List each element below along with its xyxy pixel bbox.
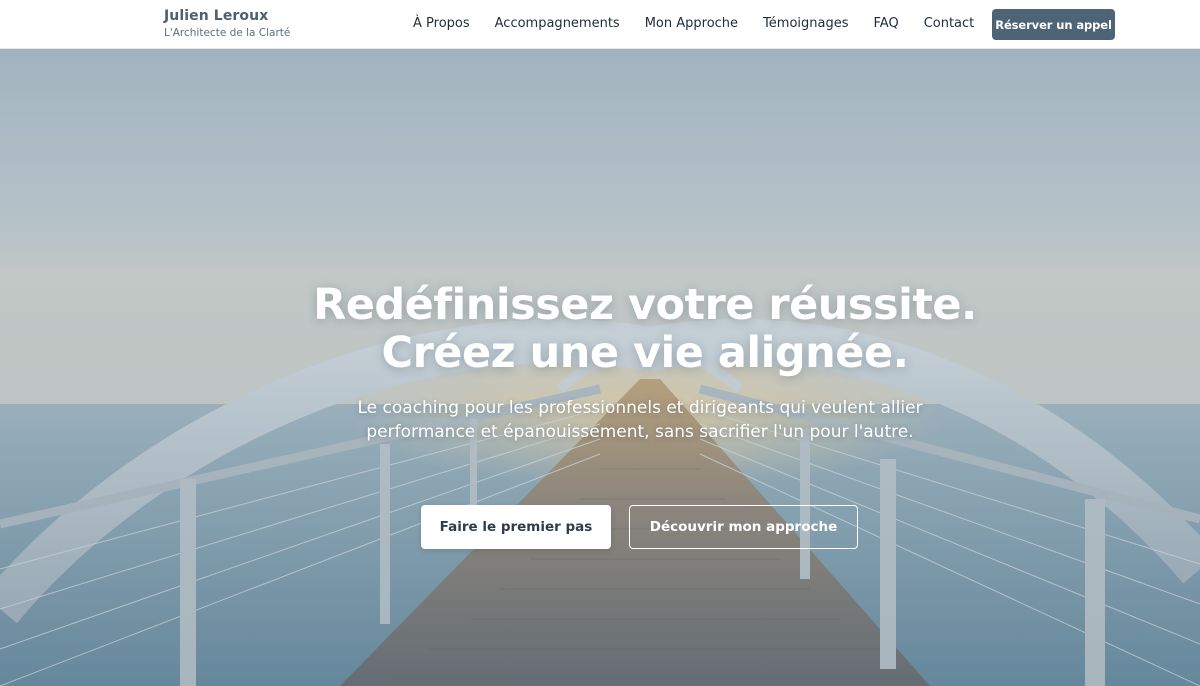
nav-link-temoignages[interactable]: Témoignages bbox=[763, 16, 848, 31]
nav-link-contact[interactable]: Contact bbox=[924, 16, 975, 31]
nav-link-a-propos[interactable]: À Propos bbox=[413, 16, 470, 31]
first-step-button[interactable]: Faire le premier pas bbox=[421, 505, 611, 549]
brand-name[interactable]: Julien Leroux bbox=[164, 8, 290, 24]
main-nav: À Propos Accompagnements Mon Approche Té… bbox=[413, 16, 999, 31]
brand-tagline: L'Architecte de la Clarté bbox=[164, 27, 291, 39]
hero-title-line-2: Créez une vie alignée. bbox=[381, 328, 909, 378]
book-call-button[interactable]: Réserver un appel bbox=[992, 9, 1115, 40]
nav-link-faq[interactable]: FAQ bbox=[874, 16, 899, 31]
hero-title: Redéfinissez votre réussite. Créez une v… bbox=[0, 281, 1200, 377]
site-header: Julien Leroux L'Architecte de la Clarté … bbox=[0, 0, 1200, 49]
hero-title-line-1: Redéfinissez votre réussite. bbox=[313, 280, 977, 330]
nav-link-mon-approche[interactable]: Mon Approche bbox=[645, 16, 738, 31]
nav-link-accompagnements[interactable]: Accompagnements bbox=[495, 16, 620, 31]
discover-approach-button[interactable]: Découvrir mon approche bbox=[629, 505, 858, 549]
hero-section: Redéfinissez votre réussite. Créez une v… bbox=[0, 49, 1200, 686]
brand[interactable]: Julien Leroux L'Architecte de la Clarté bbox=[164, 8, 290, 39]
hero-subtitle: Le coaching pour les professionnels et d… bbox=[357, 398, 923, 442]
